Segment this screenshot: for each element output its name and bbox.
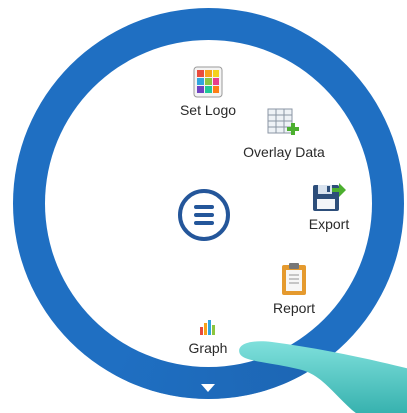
graph-button[interactable]: Graph: [180, 318, 236, 356]
radial-menu: Set Logo Overlay Data Export Report Grap…: [0, 0, 407, 413]
hamburger-menu-icon: [194, 205, 214, 209]
graph-label: Graph: [188, 340, 228, 356]
caret-down-icon: [201, 384, 215, 392]
color-grid-icon: [193, 66, 223, 98]
floppy-disk-export-icon: [313, 183, 346, 211]
report-button[interactable]: Report: [260, 262, 328, 316]
overlay-data-button[interactable]: Overlay Data: [232, 108, 336, 160]
bar-chart-icon: [200, 320, 215, 335]
overlay-data-label: Overlay Data: [243, 144, 325, 160]
export-label: Export: [308, 216, 350, 232]
spreadsheet-plus-icon: [267, 108, 299, 135]
clipboard-icon: [282, 263, 306, 295]
collapse-menu-button[interactable]: [158, 376, 258, 406]
export-button[interactable]: Export: [297, 180, 361, 232]
hamburger-menu-button[interactable]: [178, 189, 230, 241]
report-label: Report: [272, 300, 316, 316]
set-logo-label: Set Logo: [179, 102, 237, 118]
